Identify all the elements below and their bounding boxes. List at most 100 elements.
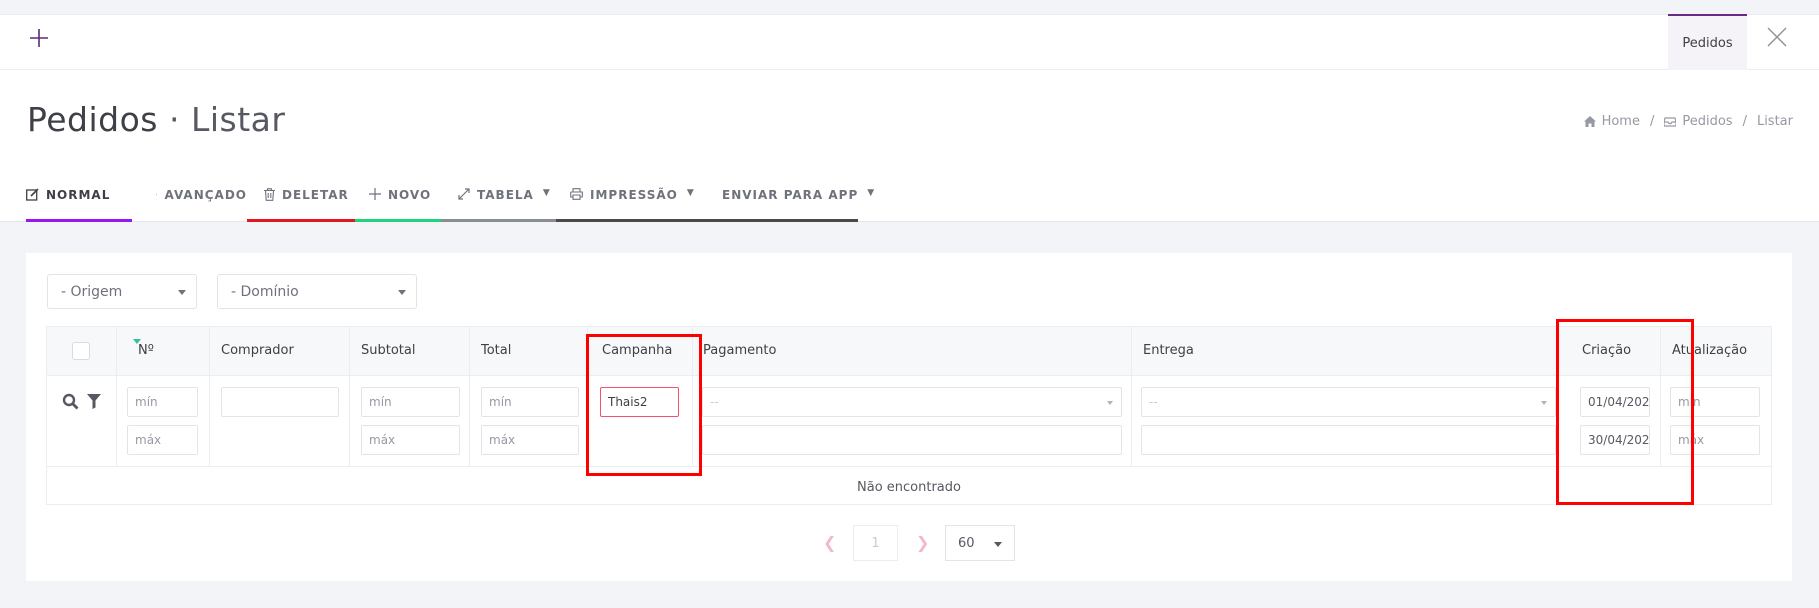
edit-icon [26, 188, 39, 201]
toolbar-deletar-bar [247, 219, 355, 222]
breadcrumb-separator: / [1742, 114, 1747, 129]
subtotal-min-input[interactable]: mín [361, 387, 460, 417]
close-button[interactable] [1765, 25, 1789, 55]
toolbar-tabela-button[interactable]: TABELA ▼ [441, 178, 556, 222]
page-title-main: Pedidos [27, 100, 158, 139]
chevron-down-icon [178, 290, 186, 295]
page-size-select[interactable]: 60 [945, 525, 1015, 561]
subtotal-max-input[interactable]: máx [361, 425, 460, 455]
toolbar-novo-label: NOVO [388, 188, 432, 202]
subtotal-max-placeholder: máx [369, 433, 396, 447]
home-icon [1583, 116, 1596, 127]
table-header [47, 327, 1771, 376]
empty-message: Não encontrado [857, 479, 961, 495]
bolt-icon [156, 193, 158, 196]
toolbar-novo-bar [355, 219, 441, 222]
column-divider [469, 327, 470, 467]
column-header-pagamento[interactable]: Pagamento [703, 343, 776, 358]
numero-max-input[interactable]: máx [127, 425, 198, 455]
page-title: Pedidos · Listar [27, 100, 285, 139]
page-size-value: 60 [958, 535, 975, 551]
toolbar-normal-bar [26, 219, 132, 222]
toolbar: NORMAL AVANÇADO DELETAR NOVO TABELA ▼ IM… [26, 178, 874, 222]
total-min-input[interactable]: mín [481, 387, 579, 417]
breadcrumb: Home / Pedidos / Listar [1583, 114, 1793, 129]
column-header-numero[interactable]: Nº [138, 343, 154, 358]
page-number[interactable]: 1 [853, 525, 898, 561]
select-all-checkbox[interactable] [72, 342, 90, 360]
entrega-select[interactable]: -- [1141, 387, 1556, 417]
toolbar-enviar-label: ENVIAR PARA APP [722, 188, 859, 202]
toolbar-deletar-label: DELETAR [282, 188, 349, 202]
toolbar-avancado-label: AVANÇADO [164, 188, 247, 202]
annotation-box-criacao [1556, 319, 1694, 505]
page-header: Pedidos · Listar Home / Pedidos / Listar… [0, 70, 1819, 222]
column-divider [1131, 327, 1132, 467]
toolbar-enviar-button[interactable]: ENVIAR PARA APP ▼ [698, 178, 874, 222]
column-header-subtotal[interactable]: Subtotal [361, 343, 415, 358]
close-icon [1767, 27, 1787, 47]
pagamento-secondary-input[interactable] [702, 425, 1122, 455]
column-divider [349, 327, 350, 467]
toolbar-tabela-bar [441, 219, 556, 222]
toolbar-tabela-label: TABELA [477, 188, 534, 202]
chevron-down-icon: ▼ [867, 188, 876, 198]
chevron-right-icon[interactable]: ❯ [916, 533, 929, 552]
tab-pedidos-label: Pedidos [1682, 35, 1733, 51]
toolbar-impressao-label: IMPRESSÃO [590, 188, 678, 202]
chevron-down-icon [398, 290, 406, 295]
toolbar-avancado-button[interactable]: AVANÇADO [132, 178, 247, 222]
add-tab-button[interactable] [28, 27, 54, 53]
tab-pedidos[interactable]: Pedidos [1668, 14, 1747, 70]
toolbar-novo-button[interactable]: NOVO [355, 178, 441, 222]
annotation-box-campanha [586, 334, 702, 476]
toolbar-impressao-button[interactable]: IMPRESSÃO ▼ [556, 178, 698, 222]
breadcrumb-separator: / [1649, 114, 1655, 129]
column-divider [209, 327, 210, 467]
content-panel: - Origem - Domínio Nº Comprador Subtotal… [26, 253, 1792, 581]
origem-select[interactable]: - Origem [47, 274, 197, 309]
dominio-select-value: - Domínio [231, 283, 299, 300]
entrega-placeholder: -- [1149, 395, 1158, 409]
filter-icon[interactable] [87, 394, 101, 413]
breadcrumb-home[interactable]: Home [1602, 114, 1640, 129]
print-icon [570, 188, 583, 200]
page-title-sub: Listar [190, 100, 286, 139]
numero-min-placeholder: mín [135, 395, 158, 409]
chevron-down-icon [994, 542, 1002, 547]
column-header-entrega[interactable]: Entrega [1143, 343, 1194, 358]
toolbar-deletar-button[interactable]: DELETAR [247, 178, 355, 222]
pagamento-placeholder: -- [710, 395, 719, 409]
chevron-left-icon[interactable]: ❮ [823, 533, 836, 552]
pagination: ❮ 1 ❯ 60 [26, 525, 1792, 561]
toolbar-normal-button[interactable]: NORMAL [26, 178, 132, 222]
dominio-select[interactable]: - Domínio [217, 274, 417, 309]
sort-icon [458, 188, 470, 200]
toolbar-enviar-bar [698, 219, 858, 222]
subtotal-min-placeholder: mín [369, 395, 392, 409]
orders-table: Nº Comprador Subtotal Total Campanha Pag… [46, 326, 1772, 505]
origem-select-value: - Origem [61, 283, 123, 300]
breadcrumb-listar: Listar [1756, 114, 1793, 129]
total-max-placeholder: máx [489, 433, 516, 447]
numero-max-placeholder: máx [135, 433, 162, 447]
plus-icon [30, 29, 48, 47]
comprador-input[interactable] [221, 387, 339, 417]
search-icon[interactable] [62, 393, 79, 414]
toolbar-impressao-bar [556, 219, 698, 222]
plus-icon [369, 188, 381, 200]
chevron-down-icon [1107, 401, 1113, 405]
total-max-input[interactable]: máx [481, 425, 579, 455]
numero-min-input[interactable]: mín [127, 387, 198, 417]
breadcrumb-pedidos[interactable]: Pedidos [1682, 114, 1732, 129]
pagamento-select[interactable]: -- [702, 387, 1122, 417]
column-header-comprador[interactable]: Comprador [221, 343, 294, 358]
page-title-separator: · [168, 100, 180, 139]
toolbar-normal-label: NORMAL [46, 188, 111, 202]
column-header-total[interactable]: Total [481, 343, 511, 358]
column-divider [116, 327, 117, 467]
chevron-down-icon [1541, 401, 1547, 405]
top-bar: Pedidos [0, 14, 1819, 70]
chevron-down-icon: ▼ [686, 188, 695, 198]
entrega-secondary-input[interactable] [1141, 425, 1556, 455]
